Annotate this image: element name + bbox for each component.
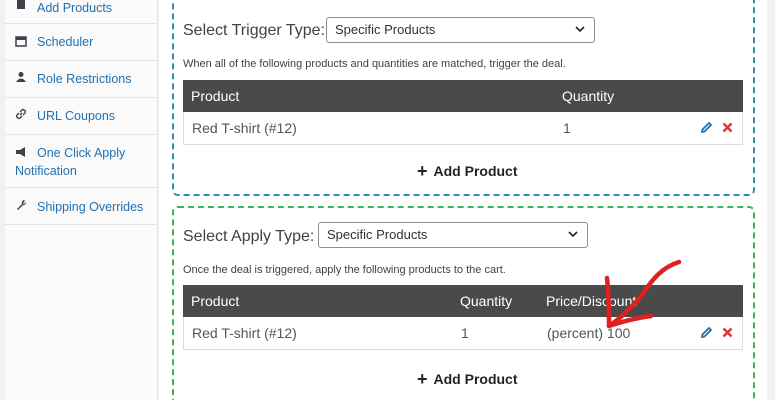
wrench-icon — [17, 200, 26, 210]
sidebar-item-label: Add Products — [37, 1, 113, 15]
column-header-quantity: Quantity — [562, 88, 615, 104]
sidebar-item-add-products[interactable]: Add Products — [5, 0, 158, 24]
column-header-quantity: Quantity — [460, 293, 513, 309]
delete-x-icon[interactable] — [721, 121, 734, 134]
sidebar-item-label-line2: Notification — [15, 164, 77, 178]
add-product-label: Add Product — [433, 371, 518, 387]
sidebar-item-label: URL Coupons — [37, 109, 116, 123]
column-header-product: Product — [191, 88, 240, 104]
calendar-icon — [15, 36, 27, 47]
quantity-cell: 1 — [461, 325, 469, 341]
trigger-description: When all of the following products and q… — [183, 58, 566, 70]
table-row: Red T-shirt (#12) 1 — [183, 112, 743, 145]
sidebar-item-label: Role Restrictions — [37, 72, 132, 86]
table-row: Red T-shirt (#12) 1 (percent) 100 — [183, 317, 743, 350]
sidebar-item-url-coupons[interactable]: URL Coupons — [5, 98, 158, 135]
trigger-add-product-button[interactable]: + Add Product — [417, 160, 518, 181]
quantity-cell: 1 — [563, 120, 571, 136]
sidebar-item-label: Scheduler — [37, 35, 94, 49]
delete-x-icon[interactable] — [721, 326, 734, 339]
user-icon — [16, 72, 26, 82]
column-header-price-discount: Price/Discount — [546, 293, 637, 309]
clipboard-icon — [17, 0, 25, 9]
apply-type-value: Specific Products — [327, 227, 428, 242]
trigger-type-select[interactable]: Specific Products — [326, 17, 595, 43]
apply-table-header: Product Quantity Price/Discount — [183, 285, 743, 317]
sidebar: Add Products Scheduler Role Restrictions… — [5, 0, 158, 400]
sidebar-item-shipping-overrides[interactable]: Shipping Overrides — [5, 188, 158, 225]
apply-section: Select Apply Type: Specific Products Onc… — [172, 206, 755, 400]
link-icon — [15, 108, 27, 120]
sidebar-item-one-click-apply[interactable]: One Click Apply Notification — [5, 135, 158, 188]
plus-icon: + — [417, 369, 428, 389]
sidebar-item-label: One Click Apply — [37, 146, 126, 160]
scrollbar-gutter — [767, 0, 775, 400]
apply-description: Once the deal is triggered, apply the fo… — [183, 264, 506, 276]
edit-pencil-icon[interactable] — [700, 326, 713, 339]
trigger-section: Select Trigger Type: Specific Products W… — [172, 0, 755, 196]
product-cell: Red T-shirt (#12) — [192, 120, 297, 136]
chevron-down-icon — [568, 231, 578, 238]
apply-add-product-button[interactable]: + Add Product — [417, 368, 518, 389]
trigger-table-header: Product Quantity — [183, 80, 743, 112]
sidebar-item-scheduler[interactable]: Scheduler — [5, 24, 158, 61]
sidebar-item-role-restrictions[interactable]: Role Restrictions — [5, 61, 158, 98]
price-discount-cell: (percent) 100 — [547, 325, 631, 341]
apply-type-select[interactable]: Specific Products — [318, 222, 588, 248]
edit-pencil-icon[interactable] — [700, 121, 713, 134]
sidebar-item-label: Shipping Overrides — [37, 200, 144, 214]
column-header-product: Product — [191, 293, 240, 309]
add-product-label: Add Product — [433, 163, 518, 179]
product-cell: Red T-shirt (#12) — [192, 325, 297, 341]
chevron-down-icon — [575, 26, 585, 33]
megaphone-icon — [16, 147, 25, 157]
trigger-type-label: Select Trigger Type: — [183, 22, 325, 39]
apply-type-label: Select Apply Type: — [183, 228, 315, 245]
trigger-type-value: Specific Products — [335, 22, 436, 37]
main-panel: Select Trigger Type: Specific Products W… — [159, 0, 767, 400]
plus-icon: + — [417, 161, 428, 181]
